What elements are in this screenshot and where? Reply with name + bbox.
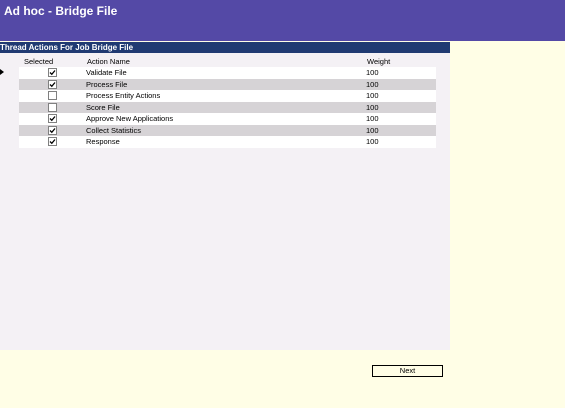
action-name-cell: Validate File — [86, 68, 127, 77]
column-header-weight[interactable]: Weight — [367, 57, 390, 67]
table-row[interactable]: Score File 100 — [19, 101, 436, 113]
weight-cell: 100 — [366, 114, 379, 123]
selected-checkbox[interactable] — [48, 114, 57, 123]
table-row[interactable]: Process File 100 — [19, 78, 436, 90]
checkmark-icon — [49, 70, 56, 76]
table-row[interactable]: Response 100 — [19, 136, 436, 148]
selected-checkbox[interactable] — [48, 68, 57, 77]
panel-header: Thread Actions For Job Bridge File — [0, 42, 450, 53]
weight-cell: 100 — [366, 125, 379, 135]
page-title: Ad hoc - Bridge File — [4, 4, 118, 18]
weight-cell: 100 — [366, 91, 379, 100]
checkmark-icon — [49, 139, 56, 145]
thread-actions-grid: Selected Action Name Weight Validate Fil… — [19, 56, 436, 148]
weight-cell: 100 — [366, 137, 379, 146]
table-row[interactable]: Collect Statistics 100 — [19, 124, 436, 136]
current-row-pointer-icon — [0, 69, 4, 75]
action-name-cell: Collect Statistics — [86, 125, 142, 135]
action-name-cell: Score File — [86, 102, 120, 112]
selected-checkbox[interactable] — [48, 102, 57, 112]
panel-title: Thread Actions For Job Bridge File — [0, 43, 134, 52]
table-row[interactable]: Validate File 100 — [19, 67, 436, 79]
table-row[interactable]: Process Entity Actions 100 — [19, 90, 436, 102]
selected-checkbox[interactable] — [48, 125, 57, 135]
next-button[interactable]: Next — [372, 365, 443, 377]
grid-body: Validate File 100 Process File 100 Process E… — [19, 67, 436, 148]
grid-header: Selected Action Name Weight — [19, 56, 436, 67]
action-name-cell: Response — [86, 137, 120, 146]
action-name-cell: Process Entity Actions — [86, 91, 161, 100]
action-name-cell: Approve New Applications — [86, 114, 174, 123]
selected-checkbox[interactable] — [48, 79, 57, 89]
selected-checkbox[interactable] — [48, 91, 57, 100]
checkmark-icon — [49, 127, 56, 133]
table-row[interactable]: Approve New Applications 100 — [19, 113, 436, 125]
weight-cell: 100 — [366, 102, 379, 112]
checkmark-icon — [49, 81, 56, 87]
weight-cell: 100 — [366, 79, 379, 89]
column-header-selected[interactable]: Selected — [24, 57, 53, 67]
title-bar: Ad hoc - Bridge File — [0, 0, 565, 41]
checkmark-icon — [49, 116, 56, 122]
column-header-action-name[interactable]: Action Name — [87, 57, 130, 67]
selected-checkbox[interactable] — [48, 137, 57, 146]
action-name-cell: Process File — [86, 79, 128, 89]
weight-cell: 100 — [366, 68, 379, 77]
